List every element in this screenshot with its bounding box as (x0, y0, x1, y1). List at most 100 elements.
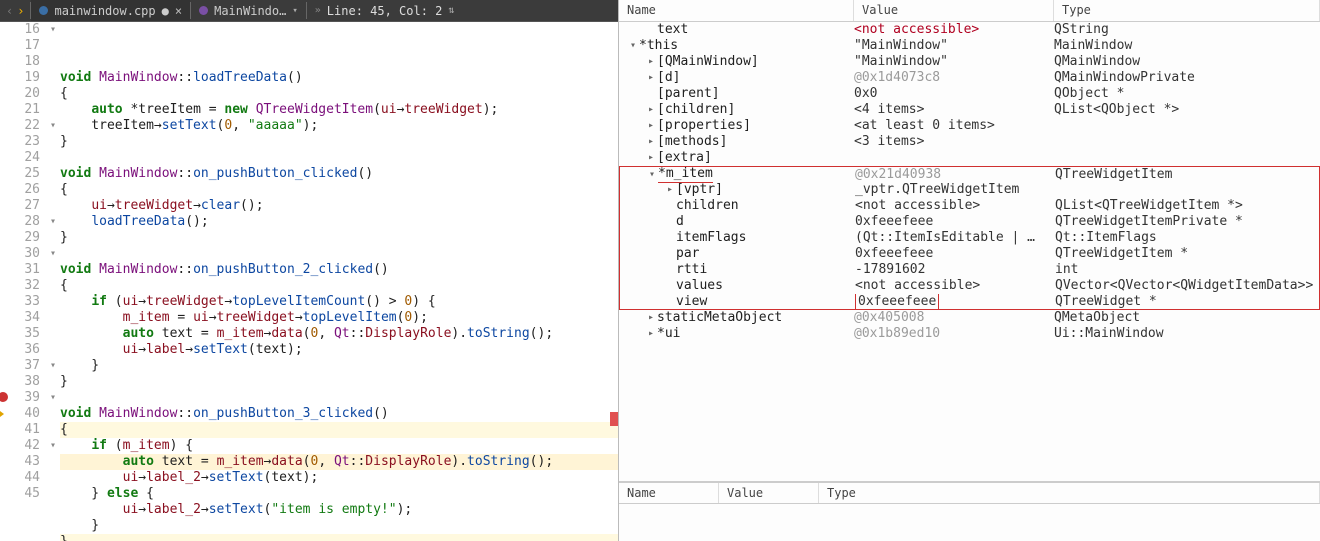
variable-row[interactable]: ▸staticMetaObject@0x405008QMetaObject (619, 310, 1320, 326)
fold-column[interactable]: ▾▾▾▾▾▾▾ (46, 22, 60, 541)
variable-type: QVector<QVector<QWidgetItemData>> (1055, 278, 1319, 294)
variable-value: _vptr.QTreeWidgetItem (855, 182, 1055, 198)
code-line[interactable] (60, 150, 618, 166)
col-name[interactable]: Name (619, 0, 854, 21)
code-line[interactable]: auto *treeItem = new QTreeWidgetItem(ui→… (60, 102, 618, 118)
variable-row[interactable]: rtti-17891602int (619, 262, 1320, 278)
expand-icon[interactable]: ▸ (645, 102, 657, 118)
locals-header: Name Value Type (619, 0, 1320, 22)
dropdown-icon[interactable]: ▾ (292, 6, 297, 16)
tab-mainwindow-h[interactable]: MainWindo… ▾ (191, 0, 306, 21)
variable-row[interactable]: view0xfeeefeeeQTreeWidget * (619, 294, 1320, 310)
code-area[interactable]: void MainWindow::loadTreeData(){ auto *t… (60, 22, 618, 541)
code-line[interactable]: } (60, 374, 618, 390)
code-line[interactable]: } (60, 230, 618, 246)
variable-row[interactable]: ▸[extra] (619, 150, 1320, 166)
variable-row[interactable]: ▾*m_item@0x21d40938QTreeWidgetItem (619, 166, 1320, 182)
variable-row[interactable]: itemFlags(Qt::ItemIsEditable | …Qt::Item… (619, 230, 1320, 246)
variable-name: [parent] (657, 86, 720, 102)
code-line[interactable]: auto text = m_item→data(0, Qt::DisplayRo… (60, 454, 618, 470)
code-line[interactable]: } (60, 518, 618, 534)
code-line[interactable]: ui→label_2→setText("item is empty!"); (60, 502, 618, 518)
tab-label: mainwindow.cpp (54, 4, 155, 18)
expand-icon[interactable]: ▸ (645, 54, 657, 70)
variable-type: QTreeWidget * (1055, 294, 1319, 310)
code-line[interactable]: { (60, 182, 618, 198)
nav-forward-icon[interactable]: › (17, 4, 24, 18)
variable-row[interactable]: ▾*this"MainWindow"MainWindow (619, 38, 1320, 54)
code-line[interactable]: ui→label→setText(text); (60, 342, 618, 358)
tab-mainwindow-cpp[interactable]: mainwindow.cpp ● × (31, 0, 190, 21)
col-type[interactable]: Type (819, 483, 1320, 503)
code-line[interactable]: m_item = ui→treeWidget→topLevelItem(0); (60, 310, 618, 326)
expand-icon[interactable]: ▾ (646, 167, 658, 183)
variable-row[interactable]: text<not accessible>QString (619, 22, 1320, 38)
variable-row[interactable]: ▸[vptr]_vptr.QTreeWidgetItem (619, 182, 1320, 198)
code-line[interactable]: loadTreeData(); (60, 214, 618, 230)
variable-name: [extra] (657, 150, 712, 166)
variable-row[interactable]: ▸*ui@0x1b89ed10Ui::MainWindow (619, 326, 1320, 342)
tab-nav: ‹ › (0, 0, 30, 21)
variable-name: text (657, 22, 688, 38)
code-line[interactable]: void MainWindow::on_pushButton_clicked() (60, 166, 618, 182)
expand-icon[interactable]: ▸ (645, 118, 657, 134)
variable-value: 0x0 (854, 86, 1054, 102)
code-line[interactable]: auto text = m_item→data(0, Qt::DisplayRo… (60, 326, 618, 342)
code-line[interactable]: void MainWindow::on_pushButton_3_clicked… (60, 406, 618, 422)
variable-value: 0xfeeefeee (855, 214, 1055, 230)
nav-back-icon[interactable]: ‹ (6, 4, 13, 18)
col-name[interactable]: Name (619, 483, 719, 503)
col-type[interactable]: Type (1054, 0, 1320, 21)
line-number-gutter[interactable]: 1617181920212223242526272829303132333435… (0, 22, 46, 541)
code-line[interactable]: { (60, 278, 618, 294)
locals-tree[interactable]: text<not accessible>QString▾*this"MainWi… (619, 22, 1320, 481)
expand-icon[interactable]: ▸ (645, 150, 657, 166)
code-line[interactable]: } (60, 358, 618, 374)
variable-type: QTreeWidgetItem (1055, 167, 1319, 183)
code-line[interactable]: void MainWindow::loadTreeData() (60, 70, 618, 86)
expand-icon[interactable]: ▸ (645, 310, 657, 326)
variable-value: @0x1b89ed10 (854, 326, 1054, 342)
code-line[interactable]: { (60, 86, 618, 102)
variable-type: int (1055, 262, 1319, 278)
tab-label: MainWindo… (214, 4, 286, 18)
variable-row[interactable]: par0xfeeefeeeQTreeWidgetItem * (619, 246, 1320, 262)
col-value[interactable]: Value (719, 483, 819, 503)
expand-icon[interactable]: ▸ (664, 182, 676, 198)
variable-type: QList<QTreeWidgetItem *> (1055, 198, 1319, 214)
variable-row[interactable]: ▸[d]@0x1d4073c8QMainWindowPrivate (619, 70, 1320, 86)
code-line[interactable]: ui→treeWidget→clear(); (60, 198, 618, 214)
expand-icon[interactable]: ▾ (627, 38, 639, 54)
expand-icon[interactable]: ▸ (645, 326, 657, 342)
code-line[interactable]: if (ui→treeWidget→topLevelItemCount() > … (60, 294, 618, 310)
variable-row[interactable]: d0xfeeefeeeQTreeWidgetItemPrivate * (619, 214, 1320, 230)
code-line[interactable]: if (m_item) { (60, 438, 618, 454)
code-editor[interactable]: 1617181920212223242526272829303132333435… (0, 22, 618, 541)
close-icon[interactable]: × (175, 4, 182, 18)
col-value[interactable]: Value (854, 0, 1054, 21)
code-line[interactable]: } (60, 134, 618, 150)
code-line[interactable]: ui→label_2→setText(text); (60, 470, 618, 486)
variable-row[interactable]: ▸[methods]<3 items> (619, 134, 1320, 150)
variable-row[interactable]: values<not accessible>QVector<QVector<QW… (619, 278, 1320, 294)
variable-type: QObject * (1054, 86, 1320, 102)
variable-name: [QMainWindow] (657, 54, 759, 70)
code-line[interactable]: void MainWindow::on_pushButton_2_clicked… (60, 262, 618, 278)
code-line[interactable] (60, 246, 618, 262)
variable-row[interactable]: children<not accessible>QList<QTreeWidge… (619, 198, 1320, 214)
code-line[interactable]: treeItem→setText(0, "aaaaa"); (60, 118, 618, 134)
variable-type: QMainWindowPrivate (1054, 70, 1320, 86)
expand-icon[interactable]: ▸ (645, 134, 657, 150)
variable-type: QList<QObject *> (1054, 102, 1320, 118)
variable-name: *m_item (658, 166, 713, 183)
variable-row[interactable]: ▸[children]<4 items>QList<QObject *> (619, 102, 1320, 118)
code-line[interactable]: } (60, 534, 618, 541)
variable-row[interactable]: ▸[QMainWindow]"MainWindow"QMainWindow (619, 54, 1320, 70)
variable-row[interactable]: ▸[properties]<at least 0 items> (619, 118, 1320, 134)
variable-row[interactable]: [parent] 0x0QObject * (619, 86, 1320, 102)
cursor-location[interactable]: » Line: 45, Col: 2 ⇅ (307, 0, 463, 21)
code-line[interactable] (60, 390, 618, 406)
code-line[interactable]: { (60, 422, 618, 438)
expand-icon[interactable]: ▸ (645, 70, 657, 86)
code-line[interactable]: } else { (60, 486, 618, 502)
